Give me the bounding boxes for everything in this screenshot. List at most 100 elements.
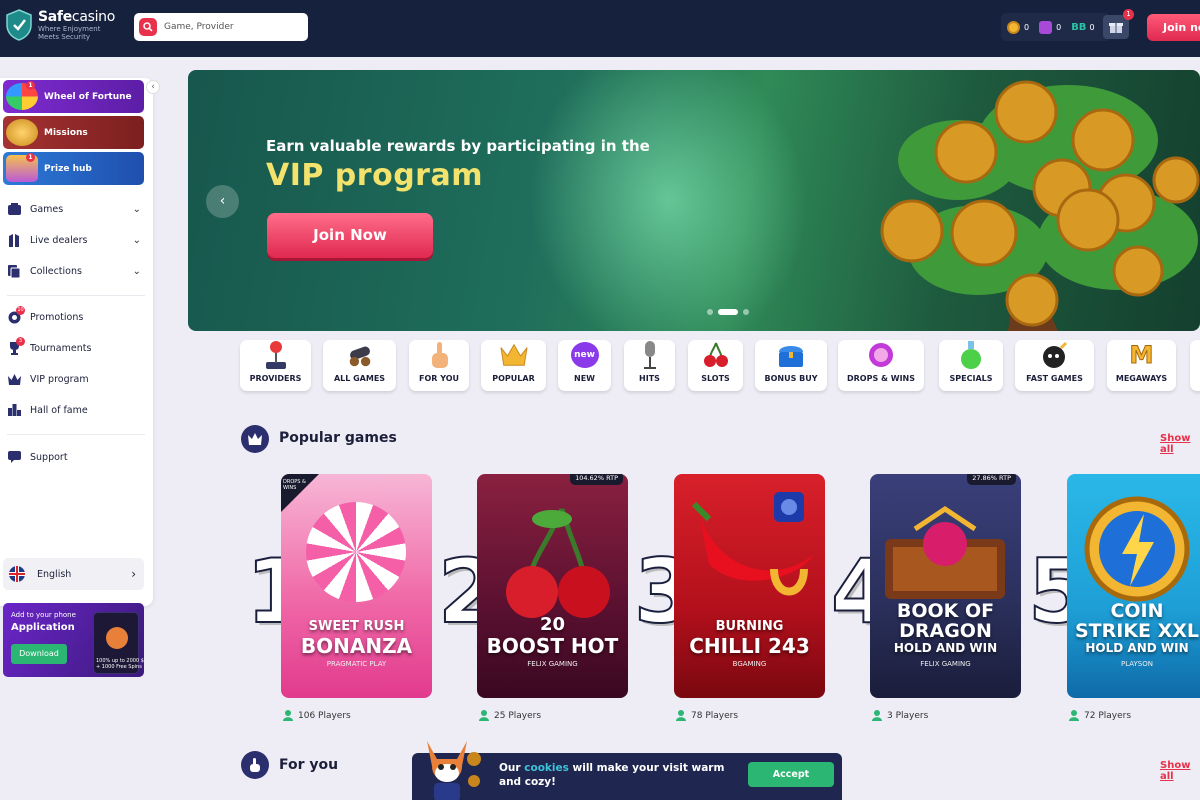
game-title-line-1: BURNING (715, 619, 784, 634)
wheel-of-fortune-button[interactable]: 1 Wheel of Fortune (3, 80, 144, 113)
missions-button[interactable]: Missions (3, 116, 144, 149)
gold-coin-icon (1007, 20, 1020, 34)
uk-flag-icon (9, 566, 25, 582)
for-you-title: For you (279, 757, 339, 773)
drops-wins-badge: DROPS & WINS (281, 474, 319, 512)
users-icon (283, 710, 293, 721)
fox-mascot-icon (106, 627, 128, 649)
money-tree-image (880, 80, 1200, 331)
gift-badge: 1 (1123, 9, 1134, 20)
pagination-dot[interactable] (707, 309, 713, 315)
game-provider: BGAMING (732, 660, 767, 668)
promotions-icon: 10 (7, 306, 25, 324)
wheel-badge: 1 (26, 81, 35, 90)
category-bonus-buy[interactable]: BONUS BUY (755, 340, 827, 391)
podium-icon (7, 403, 21, 417)
users-icon (479, 710, 489, 721)
download-button[interactable]: Download (11, 644, 67, 664)
gift-icon (1109, 23, 1123, 33)
category-more[interactable] (1190, 340, 1200, 391)
gift-button[interactable]: 1 (1103, 9, 1134, 39)
game-title-line-1: BOOK OF (896, 600, 995, 622)
category-providers[interactable]: PROVIDERS (240, 340, 311, 391)
potion-icon (957, 338, 985, 372)
prize-hub-button[interactable]: 1 Prize hub (3, 152, 144, 185)
sidebar-item-promotions[interactable]: 10 Promotions (7, 306, 145, 326)
category-fast-games[interactable]: FAST GAMES (1015, 340, 1094, 391)
popular-show-all-link[interactable]: Show all (1160, 433, 1200, 455)
category-for-you[interactable]: FOR YOU (409, 340, 469, 391)
joystick-icon (262, 338, 290, 372)
game-provider: PLAYSON (1121, 660, 1153, 668)
for-you-show-all-link[interactable]: Show all (1160, 760, 1200, 782)
banner-prev-button[interactable]: ‹ (206, 185, 239, 218)
language-selector[interactable]: English › (3, 558, 144, 590)
pagination-dot-active[interactable] (718, 309, 738, 315)
search-input[interactable]: Game, Provider (134, 13, 308, 41)
game-card-burning-chilli-243[interactable]: BURNING CHILLI 243 BGAMING (674, 474, 825, 698)
sidebar-item-tournaments[interactable]: 3 Tournaments (7, 337, 145, 357)
game-title-line-1: 20 (539, 614, 566, 635)
game-title-line-3: HOLD AND WIN (893, 641, 998, 655)
category-hits[interactable]: HITS (624, 340, 675, 391)
search-placeholder: Game, Provider (164, 22, 234, 32)
top-header: Safecasino Where Enjoyment Meets Securit… (0, 0, 1200, 57)
sidebar-collapse-button[interactable]: ‹ (146, 80, 160, 94)
banner-pagination (707, 309, 754, 315)
sidebar-item-live-dealers[interactable]: Live dealers ⌄ (7, 231, 145, 249)
category-specials[interactable]: SPECIALS (939, 340, 1003, 391)
sidebar-item-games[interactable]: Games ⌄ (7, 200, 145, 218)
rtp-badge: 27.86% RTP (967, 474, 1016, 485)
game-title-line-2: DRAGON (899, 620, 992, 642)
game-card-sweet-rush-bonanza[interactable]: DROPS & WINS SWEET RUSH BONANZA PRAGMATI… (281, 474, 432, 698)
shield-logo-icon (6, 9, 32, 41)
banner-join-now-button[interactable]: Join Now (267, 213, 433, 258)
sidebar-item-vip-program[interactable]: VIP program (7, 370, 145, 388)
users-icon (676, 710, 686, 721)
sidebar-item-collections[interactable]: Collections ⌄ (7, 262, 145, 280)
category-slots[interactable]: SLOTS (688, 340, 743, 391)
cookie-banner: Our cookies will make your visit warm an… (412, 741, 842, 800)
category-drops-wins[interactable]: DROPS & WINS (838, 340, 924, 391)
app-title: Application (11, 622, 75, 633)
rtp-badge: 104.62% RTP (570, 474, 623, 485)
pointing-hand-icon (425, 338, 453, 372)
app-download-card[interactable]: Add to your phone Application Download 1… (3, 603, 144, 677)
pointing-hand-section-icon (241, 751, 269, 779)
site-logo[interactable]: Safecasino Where Enjoyment Meets Securit… (5, 9, 115, 41)
users-icon (1069, 710, 1079, 721)
category-all-games[interactable]: ALL GAMES (323, 340, 396, 391)
gem-balance[interactable]: 0 (1039, 20, 1061, 34)
search-icon (139, 18, 157, 36)
balances-bar[interactable]: 0 0 BB 0 (1001, 13, 1111, 41)
bonus-balance[interactable]: BB 0 (1071, 22, 1094, 33)
players-count: 3 Players (872, 710, 928, 721)
purple-gem-icon (1039, 20, 1053, 34)
live-dealers-icon (7, 233, 21, 247)
coin-balance[interactable]: 0 (1007, 20, 1029, 34)
players-count: 106 Players (283, 710, 351, 721)
game-title-line-2: BOOST HOT (486, 634, 619, 658)
hero-banner[interactable]: Earn valuable rewards by participating i… (188, 70, 1200, 331)
sidebar-item-hall-of-fame[interactable]: Hall of fame (7, 401, 145, 419)
chevron-down-icon: ⌄ (132, 203, 141, 215)
join-now-button[interactable]: Join now (1147, 14, 1200, 41)
crown-icon (7, 372, 21, 386)
category-popular[interactable]: POPULAR (481, 340, 546, 391)
category-megaways[interactable]: M MEGAWAYS (1107, 340, 1176, 391)
game-card-book-of-dragon[interactable]: 27.86% RTP BOOK OF DRAGON HOLD AND WIN F… (870, 474, 1021, 698)
popular-games-title: Popular games (279, 430, 397, 446)
accept-cookies-button[interactable]: Accept (748, 762, 834, 787)
cookies-link[interactable]: cookies (524, 762, 569, 774)
bomb-icon (1041, 338, 1069, 372)
cannon-icon (346, 338, 374, 372)
game-card-coin-strike-xxl[interactable]: COIN STRIKE XXL HOLD AND WIN PLAYSON (1067, 474, 1200, 698)
pagination-dot[interactable] (743, 309, 749, 315)
category-new[interactable]: new NEW (558, 340, 611, 391)
sidebar-item-support[interactable]: Support (7, 448, 145, 466)
game-card-20-boost-hot[interactable]: 104.62% RTP 20 BOOST HOT FELIX GAMING (477, 474, 628, 698)
tournaments-badge: 3 (16, 337, 25, 346)
lollipop-image (306, 502, 406, 602)
light-beam-decoration (495, 70, 841, 331)
trophy-icon: 3 (7, 337, 25, 355)
